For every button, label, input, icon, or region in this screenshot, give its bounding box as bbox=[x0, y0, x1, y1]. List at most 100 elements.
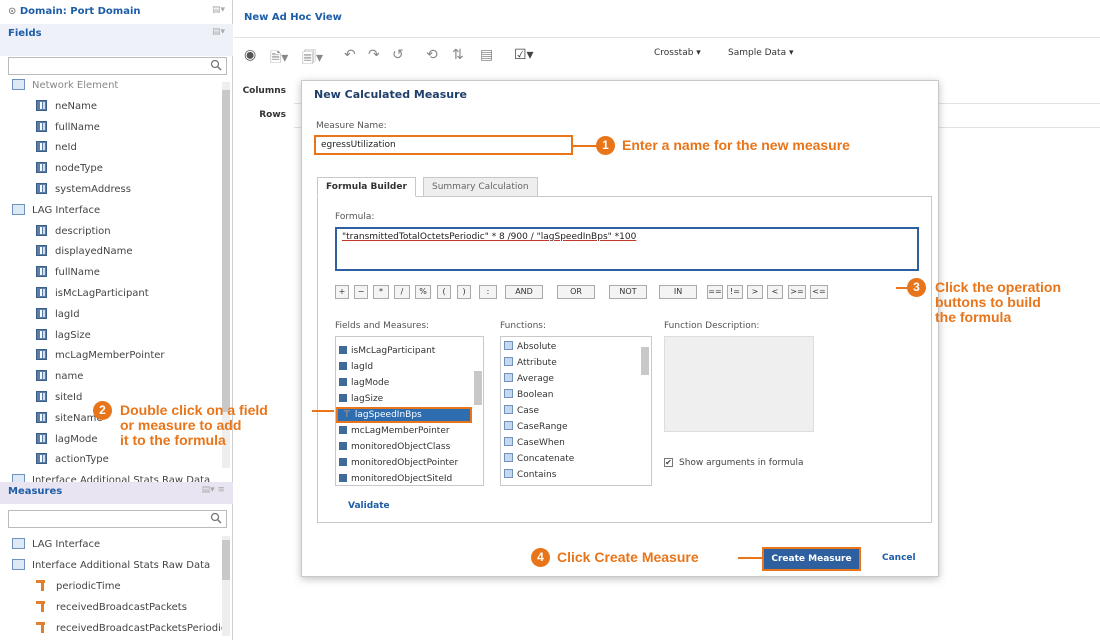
fields-list-item[interactable]: lagMode bbox=[339, 375, 389, 391]
operator-button[interactable]: − bbox=[354, 285, 368, 299]
functions-list-item[interactable]: Case bbox=[504, 403, 539, 419]
fields-list-item[interactable]: mcLagMemberPointer bbox=[339, 423, 450, 439]
validate-button[interactable]: Validate bbox=[348, 501, 390, 511]
filter-icon[interactable]: ▤ bbox=[480, 47, 493, 63]
measures-scrollbar[interactable] bbox=[222, 536, 230, 636]
fields-list-item[interactable]: lagId bbox=[339, 359, 373, 375]
fields-scroll-thumb[interactable] bbox=[222, 90, 230, 412]
fields-list-item[interactable]: lagSize bbox=[339, 391, 383, 407]
preview-icon[interactable]: ◉ bbox=[244, 47, 256, 63]
tree-group[interactable]: Network Element bbox=[12, 76, 118, 96]
operator-button[interactable]: OR bbox=[557, 285, 595, 299]
operator-button[interactable]: ( bbox=[437, 285, 451, 299]
redo-icon[interactable]: ↷ bbox=[368, 47, 380, 63]
tree-measure[interactable]: receivedBroadcastPackets bbox=[36, 598, 187, 618]
measure-name-input[interactable]: egressUtilization bbox=[314, 135, 573, 155]
operator-button[interactable]: < bbox=[767, 285, 783, 299]
operator-button[interactable]: >= bbox=[788, 285, 806, 299]
operator-button[interactable]: % bbox=[415, 285, 431, 299]
fields-menu-icon[interactable]: ▤▾ bbox=[212, 27, 225, 37]
create-measure-button[interactable]: Create Measure bbox=[762, 547, 861, 571]
operator-button[interactable]: ) bbox=[457, 285, 471, 299]
undo-icon[interactable]: ↶ bbox=[344, 47, 356, 63]
sample-data-select[interactable]: Sample Data ▾ bbox=[728, 48, 793, 58]
tree-field[interactable]: nodeType bbox=[36, 159, 103, 179]
tree-group[interactable]: LAG Interface bbox=[12, 535, 100, 555]
domain-header[interactable]: ⊙ Domain: Port Domain ▤▾ bbox=[0, 2, 233, 22]
fields-list-item[interactable]: monitoredObjectSiteId bbox=[339, 471, 452, 485]
reset-icon[interactable]: ↺ bbox=[392, 47, 404, 63]
functions-list-item[interactable]: Absolute bbox=[504, 339, 556, 355]
operator-button[interactable]: == bbox=[707, 285, 723, 299]
fields-list-scroll-thumb[interactable] bbox=[474, 371, 482, 405]
search-icon[interactable] bbox=[210, 59, 222, 71]
tree-field[interactable]: description bbox=[36, 222, 111, 242]
cancel-button[interactable]: Cancel bbox=[882, 553, 916, 563]
tree-field[interactable]: lagId bbox=[36, 305, 80, 325]
fields-measures-list[interactable]: isMcLagParticipant lagId lagMode lagSize ⊤ la… bbox=[335, 336, 484, 486]
functions-list-item[interactable]: Attribute bbox=[504, 355, 557, 371]
domain-menu-icon[interactable]: ▤▾ bbox=[212, 5, 225, 15]
dialog-title: New Calculated Measure bbox=[314, 88, 467, 101]
measures-menu-icon[interactable]: ▤▾ ≡ bbox=[202, 485, 225, 495]
fields-list-item[interactable]: monitoredObjectClass bbox=[339, 439, 450, 455]
tab-summary-calculation[interactable]: Summary Calculation bbox=[423, 177, 538, 197]
tree-field[interactable]: name bbox=[36, 367, 83, 387]
tree-field[interactable]: neName bbox=[36, 97, 97, 117]
options-icon[interactable]: ☑▾ bbox=[514, 47, 534, 63]
functions-list-scroll-thumb[interactable] bbox=[641, 347, 649, 375]
tree-field[interactable]: mcLagMemberPointer bbox=[36, 346, 165, 366]
tree-field[interactable]: fullName bbox=[36, 263, 100, 283]
fields-list-item[interactable]: isMcLagParticipant bbox=[339, 343, 435, 359]
fields-search-input[interactable] bbox=[8, 57, 227, 75]
tree-field[interactable]: isMcLagParticipant bbox=[36, 284, 149, 304]
fields-list-item[interactable]: monitoredObjectPointer bbox=[339, 455, 458, 471]
functions-list-item[interactable]: Contains bbox=[504, 467, 556, 483]
functions-list[interactable]: Absolute Attribute Average Boolean Case CaseR… bbox=[500, 336, 652, 486]
sort-icon[interactable]: ⇅ bbox=[452, 47, 464, 63]
tree-group[interactable]: Interface Additional Stats Raw Data bbox=[12, 556, 210, 576]
tree-field[interactable]: displayedName bbox=[36, 242, 133, 262]
tree-field[interactable]: siteId bbox=[36, 388, 82, 408]
tree-measure[interactable]: receivedBroadcastPacketsPeriodic bbox=[36, 619, 226, 639]
operator-button[interactable]: AND bbox=[505, 285, 543, 299]
functions-list-item[interactable]: CaseRange bbox=[504, 419, 568, 435]
operator-button[interactable]: * bbox=[373, 285, 389, 299]
operator-button[interactable]: != bbox=[727, 285, 743, 299]
tab-formula-builder[interactable]: Formula Builder bbox=[317, 177, 416, 197]
tree-group[interactable]: LAG Interface bbox=[12, 201, 100, 221]
save-icon[interactable]: 🗎▾ bbox=[270, 47, 288, 71]
functions-list-scrollbar[interactable] bbox=[641, 341, 649, 481]
fields-list-scrollbar[interactable] bbox=[474, 341, 482, 481]
operator-button[interactable]: NOT bbox=[609, 285, 647, 299]
tree-field[interactable]: lagSize bbox=[36, 326, 91, 346]
operator-button[interactable]: : bbox=[479, 285, 497, 299]
crosstab-select[interactable]: Crosstab ▾ bbox=[654, 48, 701, 58]
search-icon[interactable] bbox=[210, 512, 222, 524]
functions-list-item[interactable]: Concatenate bbox=[504, 451, 574, 467]
tree-field[interactable]: systemAddress bbox=[36, 180, 131, 200]
tree-item-label: LAG Interface bbox=[32, 204, 101, 216]
tree-field[interactable]: lagMode bbox=[36, 430, 98, 450]
functions-list-item[interactable]: Boolean bbox=[504, 387, 553, 403]
tree-measure[interactable]: periodicTime bbox=[36, 577, 121, 597]
tree-field[interactable]: actionType bbox=[36, 450, 109, 470]
operator-button[interactable]: <= bbox=[810, 285, 828, 299]
fields-list-item[interactable]: ⊤ lagSpeedInBps bbox=[336, 407, 472, 423]
operator-button[interactable]: IN bbox=[659, 285, 697, 299]
functions-list-item[interactable]: CaseWhen bbox=[504, 435, 565, 451]
checkbox-checked-icon[interactable]: ✔ bbox=[664, 458, 673, 467]
pivot-icon[interactable]: ⟲ bbox=[426, 47, 438, 63]
formula-textarea[interactable]: "transmittedTotalOctetsPeriodic" * 8 /90… bbox=[335, 227, 919, 271]
measures-scroll-thumb[interactable] bbox=[222, 540, 230, 580]
operator-button[interactable]: + bbox=[335, 285, 349, 299]
tree-field[interactable]: fullName bbox=[36, 118, 100, 138]
measures-search-input[interactable] bbox=[8, 510, 227, 528]
functions-list-item-label: Contains bbox=[517, 470, 557, 480]
tree-field[interactable]: neId bbox=[36, 138, 77, 158]
show-arguments-row[interactable]: ✔ Show arguments in formula bbox=[664, 458, 803, 468]
operator-button[interactable]: / bbox=[394, 285, 410, 299]
export-icon[interactable]: 🗐▾ bbox=[302, 47, 323, 71]
functions-list-item[interactable]: Average bbox=[504, 371, 554, 387]
operator-button[interactable]: > bbox=[747, 285, 763, 299]
